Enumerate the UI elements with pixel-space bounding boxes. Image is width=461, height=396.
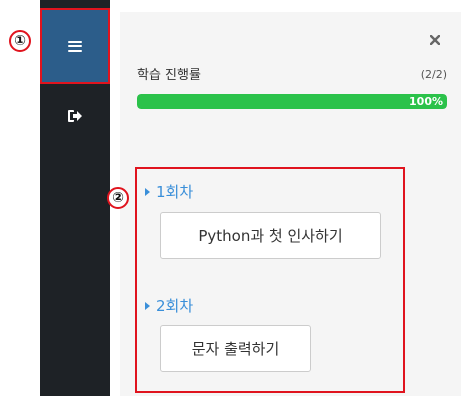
- progress-percent: 100%: [409, 95, 443, 108]
- lesson-button[interactable]: Python과 첫 인사하기: [160, 212, 381, 259]
- close-icon: [430, 35, 440, 45]
- annotation-marker-2: ②: [107, 187, 129, 209]
- progress-bar: 100%: [137, 94, 447, 109]
- annotation-marker-1: ①: [9, 30, 31, 52]
- session-header-1[interactable]: 1회차: [145, 181, 193, 202]
- caret-right-icon: [145, 187, 150, 196]
- close-button[interactable]: [425, 30, 445, 50]
- session-title: 2회차: [156, 297, 194, 315]
- menu-button[interactable]: [40, 8, 110, 84]
- progress-label: 학습 진행률: [137, 68, 201, 83]
- session-header-2[interactable]: 2회차: [145, 295, 193, 316]
- caret-right-icon: [145, 301, 150, 310]
- progress-fill: 100%: [137, 94, 447, 109]
- progress-count: (2/2): [420, 68, 447, 81]
- session-title: 1회차: [156, 183, 194, 201]
- exit-button[interactable]: [65, 106, 85, 126]
- sign-out-icon: [68, 110, 82, 122]
- hamburger-menu-icon: [68, 40, 82, 52]
- lesson-button[interactable]: 문자 출력하기: [160, 325, 311, 372]
